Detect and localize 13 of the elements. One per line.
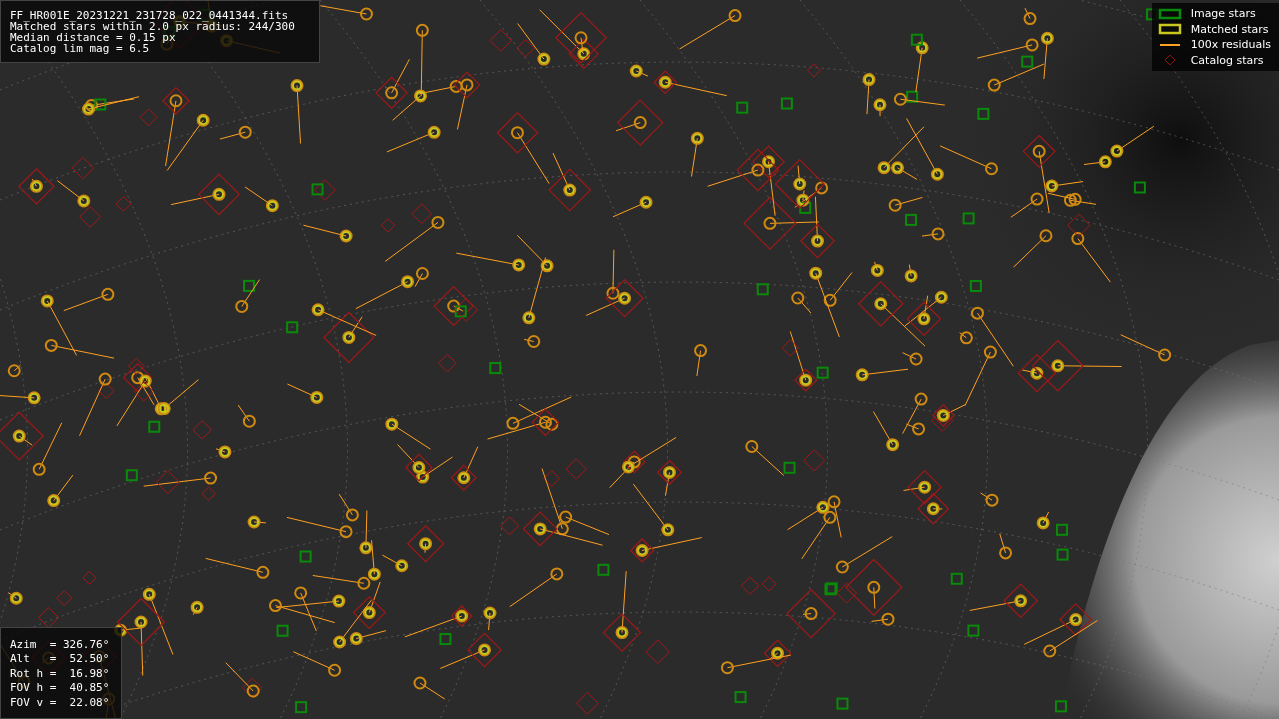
legend-label: Image stars <box>1190 7 1256 21</box>
info-text: FOV v = 22.08° <box>10 695 111 710</box>
info-text: Catalog lim mag = 6.5 <box>10 43 151 54</box>
info-text: FF_HR001E_20231221_231728_022_0441344.fits <box>10 10 290 21</box>
info-text: Rot h = 16.98° <box>10 666 111 681</box>
info-text: Azim = 326.76° <box>10 637 111 652</box>
info-text: FOV h = 40.85° <box>10 681 111 696</box>
info-text: Alt = 52.50° <box>10 652 111 667</box>
legend-label: Catalog stars <box>1190 53 1264 67</box>
legend-label: 100x residuals <box>1190 38 1271 52</box>
info-text: Matched stars within 2.0 px radius: 244/300 <box>10 21 296 32</box>
legend-label: Matched stars <box>1190 22 1269 36</box>
info-text: Median distance = 0.15 px <box>10 32 176 43</box>
